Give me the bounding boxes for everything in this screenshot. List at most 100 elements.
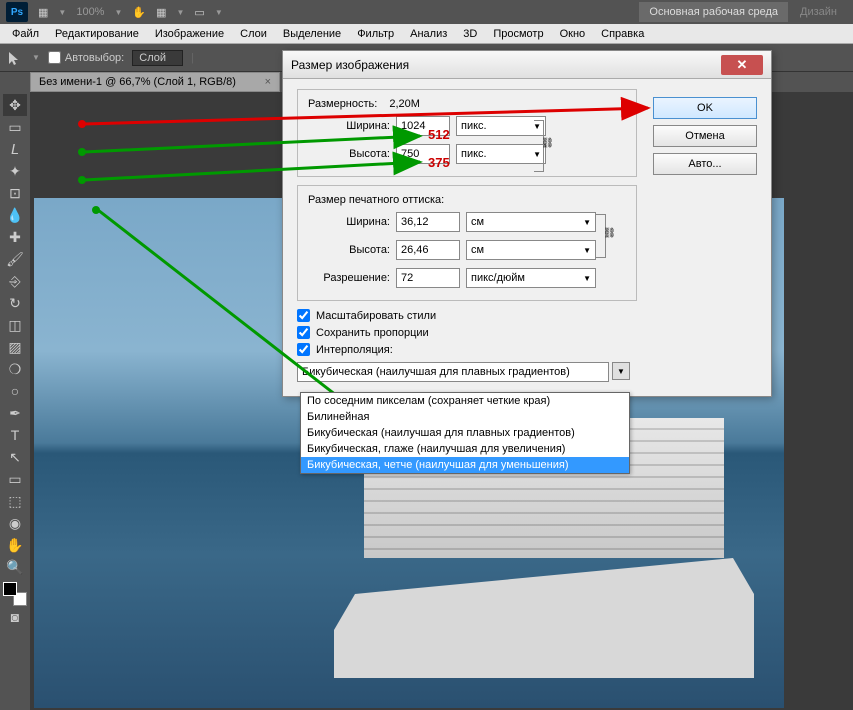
hand-tool[interactable]: ✋ [3, 534, 27, 556]
interpolation-dropdown: По соседним пикселам (сохраняет четкие к… [300, 392, 630, 474]
keep-proportions-row[interactable]: Сохранить пропорции [297, 326, 757, 339]
shape-tool[interactable]: ▭ [3, 468, 27, 490]
lasso-tool[interactable]: 𝘓 [3, 138, 27, 160]
print-height-label: Высота: [308, 244, 390, 256]
annotation-width: 512 [428, 127, 450, 142]
menu-analysis[interactable]: Анализ [402, 26, 455, 42]
workspace-tab-main[interactable]: Основная рабочая среда [639, 2, 788, 22]
menu-help[interactable]: Справка [593, 26, 652, 42]
gradient-tool[interactable]: ▨ [3, 336, 27, 358]
pen-tool[interactable]: ✒ [3, 402, 27, 424]
workspace-tabs: Основная рабочая среда Дизайн [639, 2, 847, 22]
print-width-unit-select[interactable]: см▼ [466, 212, 596, 232]
print-width-input[interactable] [396, 212, 460, 232]
workspace-tab-design[interactable]: Дизайн [790, 2, 847, 22]
menu-edit[interactable]: Редактирование [47, 26, 147, 42]
link-icon[interactable]: ⛓ [603, 228, 616, 239]
screen-mode-icon[interactable]: ▭ [194, 6, 204, 19]
resolution-label: Разрешение: [308, 272, 390, 284]
autoselect-checkbox[interactable]: Автовыбор: [48, 51, 124, 64]
ok-button[interactable]: OK [653, 97, 757, 119]
scale-styles-checkbox[interactable] [297, 309, 310, 322]
document-title: Без имени-1 @ 66,7% (Слой 1, RGB/8) [39, 76, 236, 88]
document-tab[interactable]: Без имени-1 @ 66,7% (Слой 1, RGB/8) × [30, 72, 280, 92]
width-unit-select[interactable]: пикс.▼ [456, 116, 546, 136]
keep-proportions-label: Сохранить пропорции [316, 327, 429, 339]
menu-layers[interactable]: Слои [232, 26, 275, 42]
resolution-input[interactable] [396, 268, 460, 288]
hand-icon[interactable]: ✋ [132, 6, 146, 19]
path-tool[interactable]: ↖ [3, 446, 27, 468]
resolution-unit-select[interactable]: пикс/дюйм▼ [466, 268, 596, 288]
interp-option-bicubic-sharper[interactable]: Бикубическая, четче (наилучшая для умень… [301, 457, 629, 473]
interpolation-row[interactable]: Интерполяция: [297, 343, 757, 356]
auto-button[interactable]: Авто... [653, 153, 757, 175]
dialog-titlebar[interactable]: Размер изображения ✕ [283, 51, 771, 79]
grid-icon[interactable]: ▦ [156, 6, 166, 19]
color-swatches[interactable] [3, 582, 27, 606]
autoselect-input[interactable] [48, 51, 61, 64]
bridge-icon[interactable]: ▦ [38, 6, 48, 19]
wand-tool[interactable]: ✦ [3, 160, 27, 182]
interp-option-bilinear[interactable]: Билинейная [301, 409, 629, 425]
menu-select[interactable]: Выделение [275, 26, 349, 42]
quickmask-tool[interactable]: ◙ [3, 606, 27, 628]
close-tab-icon[interactable]: × [265, 76, 271, 88]
move-tool[interactable]: ✥ [3, 94, 27, 116]
menu-view[interactable]: Просмотр [485, 26, 551, 42]
link-icon[interactable]: ⛓ [541, 138, 554, 149]
width-label: Ширина: [308, 120, 390, 132]
dropdown-icon[interactable]: ▼ [58, 8, 66, 17]
menu-filter[interactable]: Фильтр [349, 26, 402, 42]
crop-tool[interactable]: ⊡ [3, 182, 27, 204]
scale-styles-row[interactable]: Масштабировать стили [297, 309, 757, 322]
layer-select[interactable]: Слой [132, 50, 183, 66]
interpolation-checkbox[interactable] [297, 343, 310, 356]
blur-tool[interactable]: ❍ [3, 358, 27, 380]
print-height-input[interactable] [396, 240, 460, 260]
eraser-tool[interactable]: ◫ [3, 314, 27, 336]
fg-color-swatch[interactable] [3, 582, 17, 596]
dialog-buttons: OK Отмена Авто... [653, 97, 757, 175]
dropdown-icon[interactable]: ▼ [177, 8, 185, 17]
zoom-level[interactable]: 100% [76, 6, 104, 18]
menu-image[interactable]: Изображение [147, 26, 232, 42]
3d-camera-tool[interactable]: ◉ [3, 512, 27, 534]
interpolation-select[interactable]: Бикубическая (наилучшая для плавных град… [297, 362, 609, 382]
dropdown-icon[interactable]: ▼ [114, 8, 122, 17]
eyedropper-tool[interactable]: 💧 [3, 204, 27, 226]
close-button[interactable]: ✕ [721, 55, 763, 75]
stamp-tool[interactable]: ⎆ [3, 270, 27, 292]
marquee-tool[interactable]: ▭ [3, 116, 27, 138]
history-brush-tool[interactable]: ↻ [3, 292, 27, 314]
menu-window[interactable]: Окно [552, 26, 594, 42]
dimensionality-value: 2,20M [389, 98, 420, 110]
type-tool[interactable]: T [3, 424, 27, 446]
interp-option-bicubic[interactable]: Бикубическая (наилучшая для плавных град… [301, 425, 629, 441]
print-height-unit-select[interactable]: см▼ [466, 240, 596, 260]
dodge-tool[interactable]: ○ [3, 380, 27, 402]
interp-option-bicubic-smoother[interactable]: Бикубическая, глаже (наилучшая для увели… [301, 441, 629, 457]
interpolation-dropdown-button[interactable]: ▼ [612, 362, 630, 380]
dropdown-icon[interactable]: ▼ [32, 53, 40, 62]
divider-icon: | [191, 52, 194, 64]
print-size-label: Размер печатного оттиска: [308, 194, 626, 206]
print-width-label: Ширина: [308, 216, 390, 228]
brush-tool[interactable]: 🖌 [3, 248, 27, 270]
height-label: Высота: [308, 148, 390, 160]
keep-proportions-checkbox[interactable] [297, 326, 310, 339]
dropdown-icon[interactable]: ▼ [215, 8, 223, 17]
print-size-group: Размер печатного оттиска: Ширина: см▼ Вы… [297, 185, 637, 301]
heal-tool[interactable]: ✚ [3, 226, 27, 248]
dialog-title: Размер изображения [291, 58, 409, 72]
toolbox: ✥ ▭ 𝘓 ✦ ⊡ 💧 ✚ 🖌 ⎆ ↻ ◫ ▨ ❍ ○ ✒ T ↖ ▭ ⬚ ◉ … [0, 92, 30, 710]
height-unit-select[interactable]: пикс.▼ [456, 144, 546, 164]
menu-file[interactable]: Файл [4, 26, 47, 42]
cancel-button[interactable]: Отмена [653, 125, 757, 147]
pixel-dimensions-group: Размерность: 2,20M Ширина: пикс.▼ Высота… [297, 89, 637, 177]
move-tool-icon [6, 49, 24, 67]
interp-option-nearest[interactable]: По соседним пикселам (сохраняет четкие к… [301, 393, 629, 409]
3d-tool[interactable]: ⬚ [3, 490, 27, 512]
zoom-tool[interactable]: 🔍 [3, 556, 27, 578]
menu-3d[interactable]: 3D [455, 26, 485, 42]
